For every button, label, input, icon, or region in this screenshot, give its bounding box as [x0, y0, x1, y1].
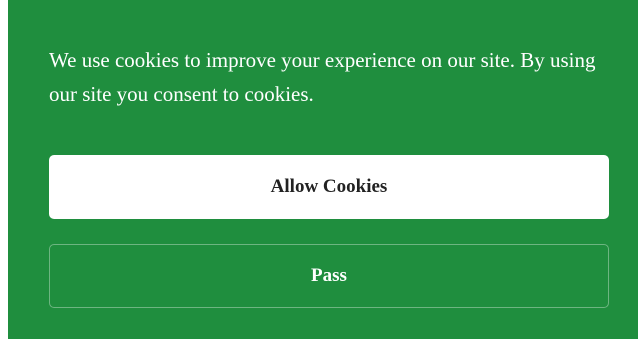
page-background — [0, 339, 638, 347]
cookie-consent-banner: We use cookies to improve your experienc… — [8, 0, 638, 339]
pass-button[interactable]: Pass — [49, 244, 609, 308]
allow-cookies-button[interactable]: Allow Cookies — [49, 155, 609, 219]
cookie-message: We use cookies to improve your experienc… — [49, 48, 596, 106]
